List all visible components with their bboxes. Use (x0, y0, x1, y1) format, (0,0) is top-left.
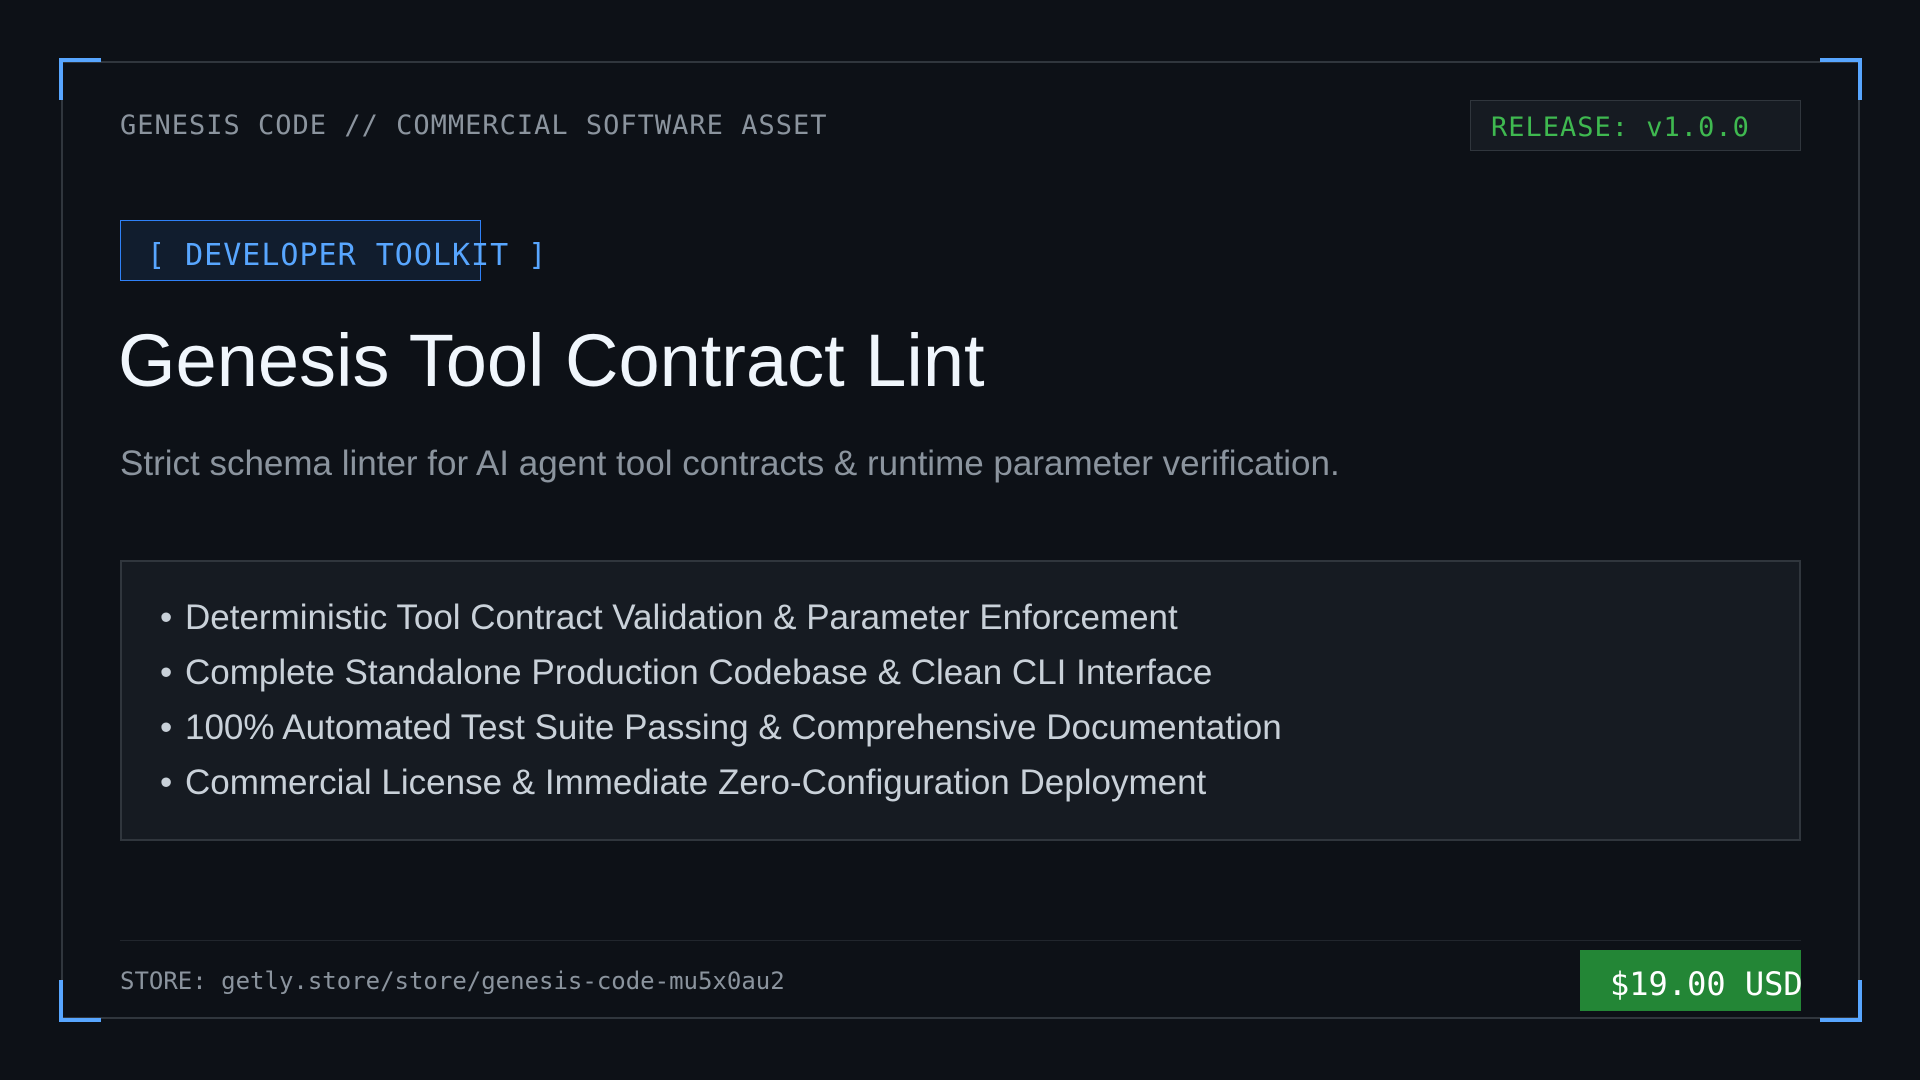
feature-item: • Deterministic Tool Contract Validation … (160, 594, 1799, 649)
price-badge[interactable]: $19.00 USD (1580, 950, 1801, 1011)
feature-text: Deterministic Tool Contract Validation &… (185, 598, 1178, 637)
feature-list: • Deterministic Tool Contract Validation … (120, 560, 1801, 841)
card-frame (61, 61, 1860, 1019)
bullet-icon: • (160, 598, 173, 637)
product-title: Genesis Tool Contract Lint (118, 319, 985, 402)
release-badge: RELEASE: v1.0.0 (1470, 100, 1801, 151)
corner-bracket-bottom-right (1820, 980, 1862, 1022)
header-label: GENESIS CODE // COMMERCIAL SOFTWARE ASSE… (120, 110, 828, 141)
corner-bracket-bottom-left (59, 980, 101, 1022)
feature-item: • 100% Automated Test Suite Passing & Com… (160, 704, 1799, 759)
bullet-icon: • (160, 708, 173, 747)
product-subtitle: Strict schema linter for AI agent tool c… (120, 444, 1340, 483)
feature-text: Commercial License & Immediate Zero-Conf… (185, 763, 1207, 802)
toolkit-tag-label: [ DEVELOPER TOOLKIT ] (147, 238, 548, 273)
feature-item: • Commercial License & Immediate Zero-Con… (160, 759, 1799, 814)
bullet-icon: • (160, 763, 173, 802)
feature-text: 100% Automated Test Suite Passing & Comp… (185, 708, 1282, 747)
corner-bracket-top-left (59, 58, 101, 100)
store-link[interactable]: STORE: getly.store/store/genesis-code-mu… (120, 967, 785, 995)
corner-bracket-top-right (1820, 58, 1862, 100)
feature-item: • Complete Standalone Production Codebase… (160, 649, 1799, 704)
feature-text: Complete Standalone Production Codebase … (185, 653, 1213, 692)
footer-divider (120, 940, 1801, 941)
bullet-icon: • (160, 653, 173, 692)
